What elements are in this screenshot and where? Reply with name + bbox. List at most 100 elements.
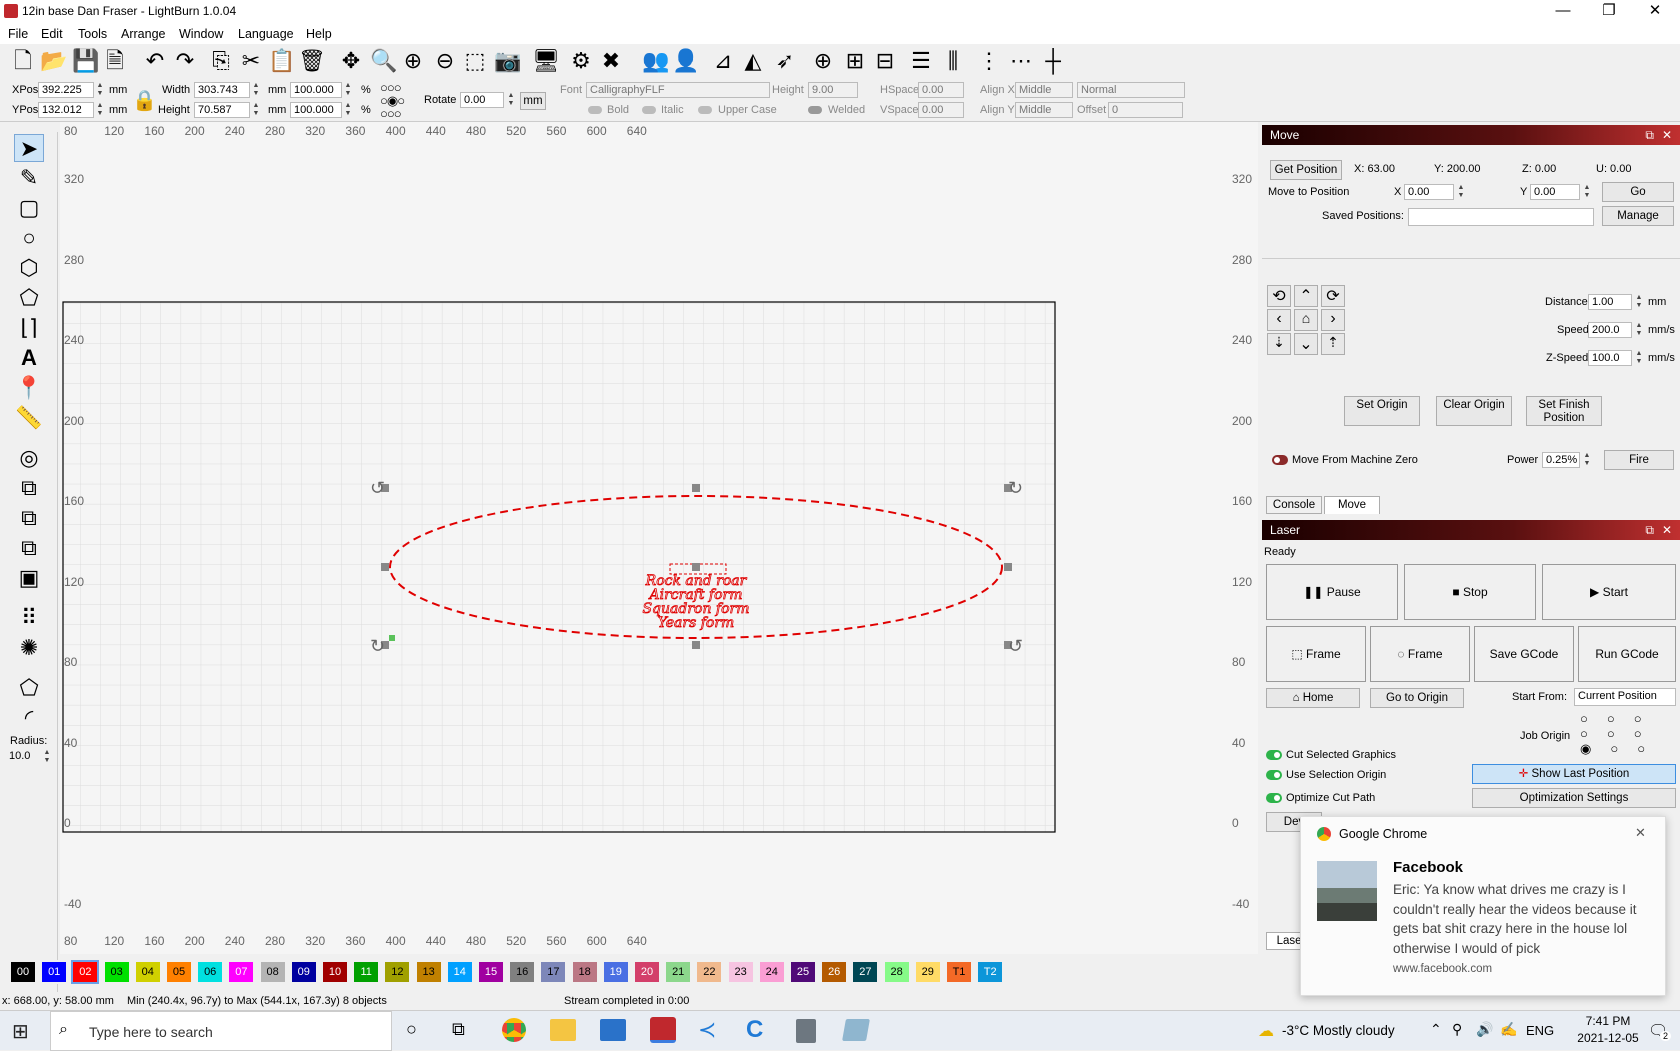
undo-icon[interactable]: ↶ — [142, 49, 168, 75]
taskbar-search-box[interactable]: ⌕ Type here to search — [50, 1011, 392, 1051]
handle-top[interactable] — [692, 484, 700, 492]
chrome-notification[interactable]: Google Chrome ✕ Facebook Eric: Ya know w… — [1300, 816, 1666, 996]
go-to-origin-button[interactable]: Go to Origin — [1370, 688, 1464, 708]
show-last-position-button[interactable]: ✛ Show Last Position — [1472, 764, 1676, 784]
rotate-handle-tl-icon[interactable]: ↺ — [370, 478, 385, 498]
boolean-union-icon[interactable]: ⧉ — [14, 474, 44, 502]
rectangle-icon[interactable]: ▢ — [14, 194, 44, 222]
pencil-icon[interactable]: ✎ — [14, 164, 44, 192]
width-spin[interactable]: ▲ ▼ — [251, 82, 261, 98]
boolean-subtract-icon[interactable]: ⧉ — [14, 504, 44, 532]
weld-icon[interactable]: ▣ — [14, 564, 44, 592]
undock-icon[interactable]: ⧉ — [1645, 128, 1654, 143]
save-icon[interactable]: 💾 — [72, 49, 99, 75]
ungroup-icon[interactable]: 👤 — [672, 49, 699, 75]
menu-help[interactable]: Help — [306, 27, 332, 41]
frame-rect-button[interactable]: ⬚ Frame — [1266, 626, 1366, 682]
hspace-field[interactable]: 0.00 — [918, 82, 964, 98]
palette-swatch-03[interactable]: 03 — [104, 962, 129, 982]
palette-swatch-T2[interactable]: T2 — [978, 962, 1003, 982]
height-percent-field[interactable]: 100.000 — [290, 102, 342, 118]
get-position-button[interactable]: Get Position — [1270, 160, 1342, 180]
zoom-in-icon[interactable]: ⊕ — [400, 49, 426, 75]
move-icon[interactable]: ✥ — [338, 49, 364, 75]
menu-language[interactable]: Language — [238, 27, 294, 41]
height-percent-spin[interactable]: ▲ ▼ — [343, 102, 353, 118]
go-button[interactable]: Go — [1602, 182, 1674, 202]
language-indicator[interactable]: ENG — [1526, 1023, 1554, 1038]
maximize-button[interactable]: ❐ — [1586, 0, 1632, 24]
align-y-select[interactable]: Middle — [1015, 102, 1073, 118]
palette-swatch-15[interactable]: 15 — [479, 962, 503, 982]
height-field[interactable]: 70.587 — [194, 102, 250, 118]
menu-window[interactable]: Window — [179, 27, 223, 41]
palette-swatch-10[interactable]: 10 — [323, 962, 347, 982]
app-taskbar-icon[interactable] — [842, 1019, 870, 1041]
palette-swatch-16[interactable]: 16 — [510, 962, 535, 982]
optimization-settings-button[interactable]: Optimization Settings — [1472, 788, 1676, 808]
jog-home-icon[interactable]: ⌂ — [1294, 309, 1318, 331]
palette-swatch-19[interactable]: 19 — [603, 962, 628, 982]
handle-center[interactable] — [692, 563, 700, 571]
palette-swatch-11[interactable]: 11 — [354, 962, 379, 982]
distribute-h-icon[interactable]: ⋮ — [976, 49, 1002, 75]
text-height-field[interactable]: 9.00 — [808, 82, 858, 98]
polygon-icon[interactable]: ⬠ — [14, 284, 44, 312]
set-origin-button[interactable]: Set Origin — [1344, 396, 1420, 426]
palette-swatch-T1[interactable]: T1 — [947, 962, 971, 982]
manage-button[interactable]: Manage — [1602, 206, 1674, 226]
font-select[interactable]: CalligraphyFLF — [586, 82, 770, 98]
width-percent-spin[interactable]: ▲ ▼ — [343, 82, 353, 98]
rotate-handle-bl-icon[interactable]: ↻ — [370, 636, 385, 656]
zoom-out-icon[interactable]: ⊖ — [432, 49, 458, 75]
jog-rotate-ccw-icon[interactable]: ⟲ — [1267, 285, 1291, 307]
tools-wrench-icon[interactable]: ✖ — [598, 49, 624, 75]
text-tool-icon[interactable]: A — [14, 344, 44, 372]
path-icon[interactable]: ➶ — [772, 49, 798, 75]
offset-field[interactable]: 0 — [1108, 102, 1183, 118]
corner-radius-icon[interactable]: ◜ — [14, 704, 44, 732]
text-mode-select[interactable]: Normal — [1077, 82, 1185, 98]
palette-swatch-22[interactable]: 22 — [697, 962, 722, 982]
optimize-cut-path-toggle[interactable] — [1266, 793, 1282, 803]
palette-swatch-02[interactable]: 02 — [71, 960, 100, 984]
close-button[interactable]: ✕ — [1632, 0, 1678, 24]
palette-swatch-08[interactable]: 08 — [260, 962, 285, 982]
jog-z-up-icon[interactable]: ⇡ — [1321, 333, 1345, 355]
palette-swatch-00[interactable]: 00 — [11, 962, 35, 982]
volume-icon[interactable]: 🔊 — [1476, 1021, 1493, 1038]
ypos-spin[interactable]: ▲ ▼ — [95, 102, 105, 118]
chrome-icon[interactable] — [502, 1018, 526, 1042]
menu-tools[interactable]: Tools — [78, 27, 107, 41]
anchor-grid-icon[interactable]: ○○○ ○◉○ ○○○ — [380, 81, 420, 121]
clock-date[interactable]: 2021-12-05 — [1566, 1031, 1650, 1045]
copy-icon[interactable]: ⎘ — [208, 49, 234, 75]
palette-swatch-29[interactable]: 29 — [915, 962, 940, 982]
palette-swatch-06[interactable]: 06 — [198, 962, 223, 982]
radius-field[interactable]: 10.0 — [6, 749, 40, 765]
panel-close-icon[interactable]: ✕ — [1662, 128, 1672, 142]
minimize-button[interactable]: — — [1540, 0, 1586, 24]
palette-swatch-07[interactable]: 07 — [229, 962, 254, 982]
align-tree-icon[interactable]: ⊞ — [842, 49, 868, 75]
handle-left[interactable] — [381, 563, 389, 571]
boolean-intersect-icon[interactable]: ⧉ — [14, 534, 44, 562]
set-finish-position-button[interactable]: Set Finish Position — [1526, 396, 1602, 426]
palette-swatch-05[interactable]: 05 — [167, 962, 191, 982]
distribute-v-icon[interactable]: ⋯ — [1008, 49, 1034, 75]
network-icon[interactable]: ⚲ — [1452, 1021, 1462, 1038]
laser-undock-icon[interactable]: ⧉ — [1645, 523, 1654, 538]
xpos-spin[interactable]: ▲ ▼ — [95, 82, 105, 98]
start-button[interactable]: ▶ Start — [1542, 564, 1676, 620]
zspeed-field[interactable]: 100.0 — [1588, 350, 1632, 366]
camera-icon[interactable]: 📷 — [494, 49, 521, 75]
palette-swatch-28[interactable]: 28 — [884, 962, 909, 982]
edit-nodes-icon[interactable]: ⌊⌉ — [14, 314, 44, 342]
flip-horizontal-icon[interactable]: ⊿ — [710, 49, 736, 75]
toast-close-button[interactable]: ✕ — [1635, 825, 1646, 841]
task-view-icon[interactable]: ⧉ — [452, 1019, 465, 1040]
palette-swatch-23[interactable]: 23 — [728, 962, 753, 982]
palette-swatch-13[interactable]: 13 — [416, 962, 441, 982]
power-spin[interactable]: ▲ ▼ — [1582, 452, 1592, 468]
palette-swatch-20[interactable]: 20 — [635, 962, 659, 982]
